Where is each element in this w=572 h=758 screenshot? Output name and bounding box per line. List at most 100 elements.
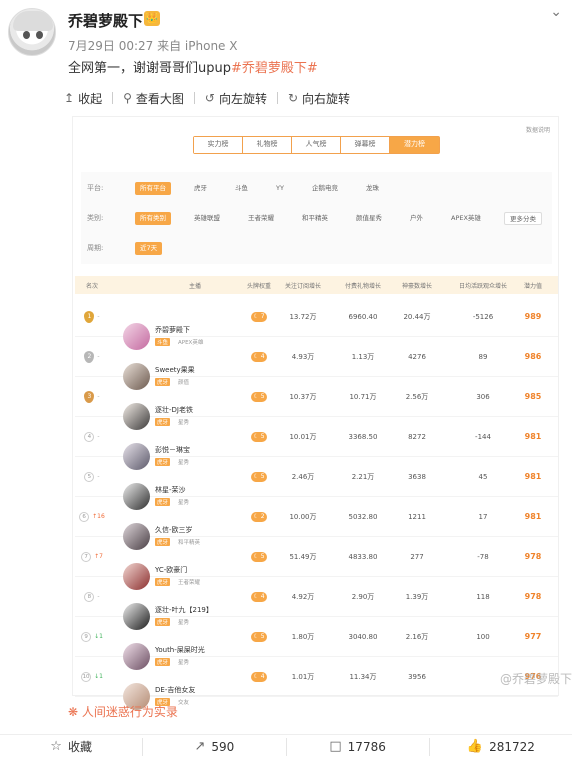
rotate-right-icon: ↻: [287, 91, 299, 105]
anchor-name: 逐壮-DJ老铁: [155, 405, 193, 414]
rank-number: 8: [84, 591, 95, 602]
leaderboard-image[interactable]: 数据说明 实力榜 礼物榜 人气榜 弹幕榜 潜力榜 平台: 所有平台 虎牙 斗鱼 …: [72, 116, 559, 710]
repost-count: 590: [211, 739, 235, 754]
audience-growth: -144: [475, 432, 491, 441]
user-name[interactable]: 乔碧萝殿下: [68, 10, 143, 31]
level-badge: ☾ 5: [251, 551, 267, 562]
view-large-button[interactable]: ⚲ 查看大图: [123, 90, 184, 107]
fans-growth: 4.93万: [291, 352, 315, 361]
avatar-hair: [13, 11, 53, 31]
potential-value: 985: [524, 392, 542, 401]
col-gift: 付费礼物增长: [344, 282, 381, 290]
anchor-name: Sweety果果: [155, 365, 195, 374]
star-icon: ☆: [50, 739, 62, 754]
audience-growth: -5126: [472, 312, 494, 321]
audience-growth: 100: [476, 632, 490, 641]
tab-potential: 潜力榜: [390, 137, 439, 153]
god-growth: 20.44万: [403, 312, 431, 321]
rank-cell: 4-: [77, 431, 107, 442]
category-chip: 和平精英: [302, 213, 328, 222]
table-header: 名次 主播 头牌权重 关注订阅增长 付费礼物增长 神豪数增长 日均活跃观众增长 …: [75, 276, 558, 294]
category-chip: APEX英雄: [451, 213, 481, 222]
collapse-button[interactable]: ↥ 收起: [64, 90, 102, 107]
col-potential: 潜力值: [523, 282, 542, 290]
rotate-right-button[interactable]: ↻ 向右旋转: [288, 90, 350, 107]
period-filter: 周期: 近7天: [87, 240, 180, 256]
col-god: 神豪数增长: [401, 282, 432, 290]
chevron-down-icon[interactable]: ⌄: [550, 4, 562, 20]
toolbar-divider: [276, 92, 278, 104]
level-badge: ☾ 4: [251, 671, 267, 682]
potential-value: 986: [524, 352, 542, 361]
like-button[interactable]: 👍 281722: [430, 738, 572, 756]
anchor-name: Youth-屎屎时光: [155, 645, 205, 654]
potential-value: 981: [524, 512, 542, 521]
level-badge: ☾ 5: [251, 631, 267, 642]
platform-chip: YY: [276, 183, 284, 192]
anchor-name: 彭悦－琳宝: [155, 445, 190, 454]
trend-indicator: ↓1: [94, 632, 103, 640]
thumbs-up-icon: 👍: [466, 739, 484, 754]
god-growth: 2.16万: [405, 632, 429, 641]
audience-growth: 45: [478, 472, 488, 481]
potential-value: 977: [524, 632, 542, 641]
gift-growth: 3040.80: [348, 632, 378, 641]
level-value: 4: [260, 352, 265, 360]
tab-gift: 礼物榜: [243, 137, 292, 153]
fans-growth: 2.46万: [291, 472, 315, 481]
favorite-button[interactable]: ☆ 收藏: [0, 737, 144, 756]
level-value: 7: [260, 312, 265, 320]
level-cell: ☾ 4: [245, 671, 273, 682]
medal-icon: 2: [84, 350, 95, 363]
gift-growth: 10.71万: [349, 392, 377, 401]
comment-button[interactable]: □ 17786: [287, 737, 430, 756]
anchor-name: 乔碧萝殿下: [155, 325, 190, 334]
rank-number: 5: [84, 471, 95, 482]
fans-growth: 51.49万: [289, 552, 317, 561]
gift-growth: 11.34万: [349, 672, 377, 681]
repost-button[interactable]: ↗ 590: [143, 737, 287, 756]
trend-indicator: ↓1: [94, 672, 103, 680]
repost-icon: ↗: [194, 739, 206, 754]
avatar[interactable]: [8, 8, 56, 56]
level-value: 5: [260, 432, 265, 440]
god-growth: 2.56万: [405, 392, 429, 401]
level-cell: ☾ 5: [245, 391, 273, 402]
medal-icon: 3: [84, 390, 95, 403]
post-meta: 7月29日 00:27 来自 iPhone X: [68, 39, 238, 53]
post-body: 全网第一，谢谢哥哥们upup: [68, 61, 231, 76]
collapse-label: 收起: [78, 91, 103, 106]
potential-value: 981: [524, 432, 542, 441]
rotate-left-label: 向左旋转: [218, 91, 267, 106]
god-growth: 8272: [408, 432, 426, 441]
table-row: 8- 逐壮-叶九【219】 虎牙 星秀 ☾ 4 4.92万 2.90万 1.39…: [75, 577, 558, 630]
table-row: 6 ↑16 久信-欧三岁 虎牙 和平精英 ☾ 2 10.00万 5032.80 1…: [75, 497, 558, 550]
trend-indicator: ↑7: [94, 552, 103, 560]
level-cell: ☾ 5: [245, 551, 273, 562]
toolbar-divider: [193, 92, 195, 104]
table-row: 2- Sweety果果 虎牙 颜值 ☾ 4 4.93万 1.13万 4276 8…: [75, 337, 558, 390]
platform-chip: 斗鱼: [235, 183, 248, 192]
rank-cell: 1-: [77, 310, 107, 323]
col-anchor: 主播: [188, 282, 201, 290]
anchor-name: 逐壮-叶九【219】: [155, 605, 213, 614]
level-badge: ☾ 5: [251, 471, 267, 482]
fans-growth: 4.92万: [291, 592, 315, 601]
rotate-left-button[interactable]: ↺ 向左旋转: [205, 90, 267, 107]
level-cell: ☾ 4: [245, 591, 273, 602]
rank-number: 6: [79, 511, 90, 522]
report-link[interactable]: ❋ 人间迷惑行为实录: [68, 703, 178, 720]
category-chip: 所有类别: [135, 211, 171, 225]
platform-filter: 平台: 所有平台 虎牙 斗鱼 YY 企鹅电竞 龙珠: [87, 180, 402, 196]
gift-growth: 5032.80: [348, 512, 378, 521]
like-count: 281722: [489, 739, 535, 754]
tab-popularity: 人气榜: [292, 137, 341, 153]
gift-growth: 6960.40: [348, 312, 378, 321]
fans-growth: 1.01万: [291, 672, 315, 681]
table-body: 1- 乔碧萝殿下 斗鱼 APEX英雄 ☾ 7 13.72万 6960.40 20…: [75, 297, 558, 710]
god-growth: 277: [410, 552, 424, 561]
topic-link[interactable]: #乔碧萝殿下#: [231, 61, 318, 76]
level-value: 4: [260, 592, 265, 600]
filter-area: 平台: 所有平台 虎牙 斗鱼 YY 企鹅电竞 龙珠 类别: 所有类别 英雄联盟 …: [81, 172, 552, 264]
audience-growth: 89: [478, 352, 488, 361]
